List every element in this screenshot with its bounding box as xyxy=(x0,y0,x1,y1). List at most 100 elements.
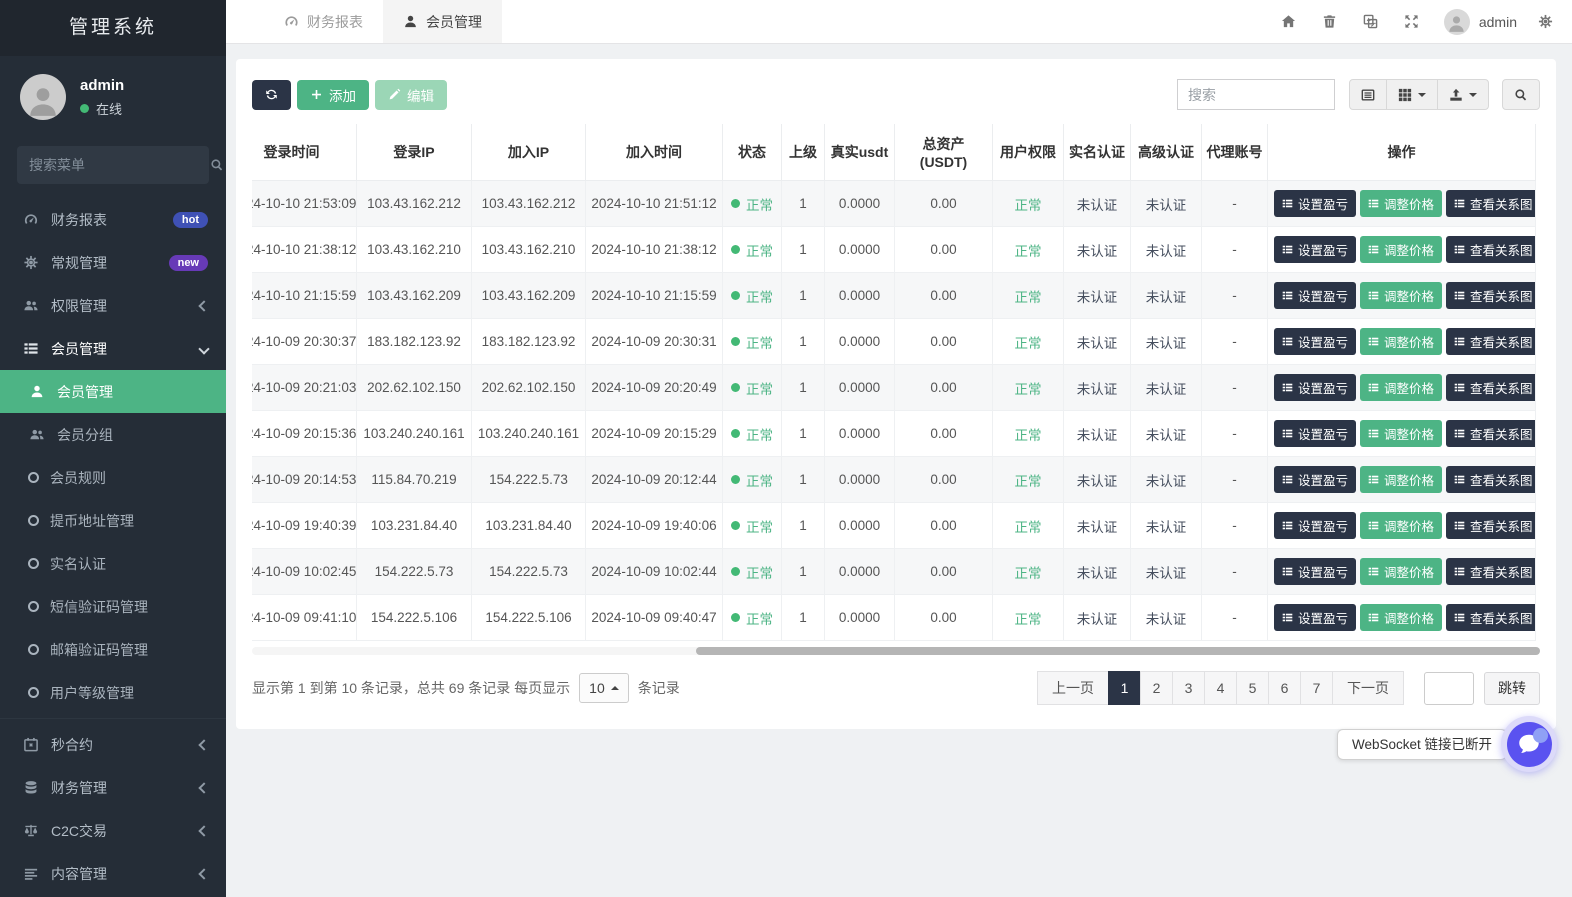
jump-page-input[interactable] xyxy=(1424,672,1474,705)
action-button-label: 调整价格 xyxy=(1384,378,1434,397)
view-relation-button[interactable]: 查看关系图 xyxy=(1446,328,1535,355)
table-search-input[interactable] xyxy=(1177,79,1335,110)
adjust-price-button[interactable]: 调整价格 xyxy=(1360,604,1442,631)
cell-advanced-auth: 未认证 xyxy=(1131,503,1202,549)
column-header[interactable]: 用户权限 xyxy=(993,124,1064,181)
set-pnl-button[interactable]: 设置盈亏 xyxy=(1274,420,1356,447)
adjust-price-button[interactable]: 调整价格 xyxy=(1360,558,1442,585)
search-button[interactable] xyxy=(1502,79,1540,110)
column-header[interactable]: 真实usdt xyxy=(825,124,895,181)
column-header[interactable]: 状态 xyxy=(723,124,782,181)
next-page-button[interactable]: 下一页 xyxy=(1332,671,1404,705)
translate-button[interactable] xyxy=(1350,0,1391,43)
page-button-7[interactable]: 7 xyxy=(1300,671,1333,705)
tab-finance-report[interactable]: 财务报表 xyxy=(264,0,383,43)
navbar-user-menu[interactable]: admin xyxy=(1432,9,1525,35)
column-header[interactable]: 高级认证 xyxy=(1131,124,1202,181)
view-relation-button[interactable]: 查看关系图 xyxy=(1446,604,1535,631)
page-button-3[interactable]: 3 xyxy=(1172,671,1205,705)
refresh-button[interactable] xyxy=(252,80,291,110)
set-pnl-button[interactable]: 设置盈亏 xyxy=(1274,328,1356,355)
sidebar-search-input[interactable] xyxy=(29,157,210,173)
view-relation-button[interactable]: 查看关系图 xyxy=(1446,512,1535,539)
set-pnl-button[interactable]: 设置盈亏 xyxy=(1274,466,1356,493)
add-button[interactable]: 添加 xyxy=(297,80,369,110)
home-button[interactable] xyxy=(1268,0,1309,43)
add-button-label: 添加 xyxy=(329,85,356,105)
sidebar-item-finance-report[interactable]: 财务报表hot xyxy=(0,198,226,241)
set-pnl-button[interactable]: 设置盈亏 xyxy=(1274,190,1356,217)
view-relation-button[interactable]: 查看关系图 xyxy=(1446,190,1535,217)
view-relation-button[interactable]: 查看关系图 xyxy=(1446,236,1535,263)
scrollbar-thumb[interactable] xyxy=(696,647,1540,655)
expand-button[interactable] xyxy=(1391,0,1432,43)
view-relation-button[interactable]: 查看关系图 xyxy=(1446,374,1535,401)
menu-toggle-icon[interactable] xyxy=(226,14,264,30)
adjust-price-button[interactable]: 调整价格 xyxy=(1360,512,1442,539)
settings-gear-button[interactable] xyxy=(1525,0,1566,43)
export-button[interactable] xyxy=(1437,79,1489,110)
adjust-price-button[interactable]: 调整价格 xyxy=(1360,282,1442,309)
sidebar-item-finance-mgmt[interactable]: 财务管理 xyxy=(0,766,226,809)
sidebar-subitem-sms-code-mgmt[interactable]: 短信验证码管理 xyxy=(0,585,226,628)
set-pnl-button[interactable]: 设置盈亏 xyxy=(1274,604,1356,631)
column-header[interactable]: 实名认证 xyxy=(1064,124,1131,181)
sidebar-subitem-realname-auth[interactable]: 实名认证 xyxy=(0,542,226,585)
cell-actions: 设置盈亏调整价格查看关系图 xyxy=(1268,457,1536,503)
sidebar-item-label: 内容管理 xyxy=(51,864,189,884)
sidebar-item-permission-mgmt[interactable]: 权限管理 xyxy=(0,284,226,327)
prev-page-button[interactable]: 上一页 xyxy=(1037,671,1109,705)
set-pnl-button[interactable]: 设置盈亏 xyxy=(1274,512,1356,539)
chat-fab-button[interactable] xyxy=(1501,716,1557,772)
sidebar-subitem-user-level-mgmt[interactable]: 用户等级管理 xyxy=(0,671,226,714)
view-relation-button[interactable]: 查看关系图 xyxy=(1446,466,1535,493)
set-pnl-button[interactable]: 设置盈亏 xyxy=(1274,558,1356,585)
view-relation-button[interactable]: 查看关系图 xyxy=(1446,558,1535,585)
adjust-price-button[interactable]: 调整价格 xyxy=(1360,374,1442,401)
set-pnl-button[interactable]: 设置盈亏 xyxy=(1274,236,1356,263)
columns-button[interactable] xyxy=(1386,79,1438,110)
column-header[interactable]: 登录IP xyxy=(357,124,472,181)
sidebar-subitem-member-rules[interactable]: 会员规则 xyxy=(0,456,226,499)
gears-icon xyxy=(22,255,40,270)
set-pnl-button[interactable]: 设置盈亏 xyxy=(1274,282,1356,309)
page-button-6[interactable]: 6 xyxy=(1268,671,1301,705)
adjust-price-button[interactable]: 调整价格 xyxy=(1360,466,1442,493)
column-header[interactable]: 总资产(USDT) xyxy=(895,124,993,181)
sidebar-item-c2c-trade[interactable]: C2C交易 xyxy=(0,809,226,852)
sidebar-subitem-email-code-mgmt[interactable]: 邮箱验证码管理 xyxy=(0,628,226,671)
cell-real-usdt: 0.0000 xyxy=(825,365,895,411)
page-button-2[interactable]: 2 xyxy=(1140,671,1173,705)
sidebar-subitem-member-mgmt[interactable]: 会员管理 xyxy=(0,370,226,413)
adjust-price-button[interactable]: 调整价格 xyxy=(1360,236,1442,263)
edit-button[interactable]: 编辑 xyxy=(375,80,447,110)
sidebar-item-member-mgmt[interactable]: 会员管理 xyxy=(0,327,226,370)
column-header[interactable]: 登录时间 xyxy=(252,124,357,181)
sidebar-item-second-contract[interactable]: 秒合约 xyxy=(0,723,226,766)
detail-view-button[interactable] xyxy=(1349,79,1387,110)
sidebar-subitem-member-group[interactable]: 会员分组 xyxy=(0,413,226,456)
sidebar-item-content-mgmt[interactable]: 内容管理 xyxy=(0,852,226,895)
adjust-price-button[interactable]: 调整价格 xyxy=(1360,328,1442,355)
view-relation-button[interactable]: 查看关系图 xyxy=(1446,420,1535,447)
sidebar-subitem-withdraw-address-mgmt[interactable]: 提币地址管理 xyxy=(0,499,226,542)
page-button-4[interactable]: 4 xyxy=(1204,671,1237,705)
tab-member-mgmt[interactable]: 会员管理 xyxy=(383,0,502,43)
adjust-price-button[interactable]: 调整价格 xyxy=(1360,420,1442,447)
adjust-price-button[interactable]: 调整价格 xyxy=(1360,190,1442,217)
page-button-5[interactable]: 5 xyxy=(1236,671,1269,705)
set-pnl-button[interactable]: 设置盈亏 xyxy=(1274,374,1356,401)
view-relation-button[interactable]: 查看关系图 xyxy=(1446,282,1535,309)
horizontal-scrollbar[interactable] xyxy=(252,647,1540,655)
sidebar-item-general-mgmt[interactable]: 常规管理new xyxy=(0,241,226,284)
column-header[interactable]: 加入IP xyxy=(472,124,586,181)
page-size-select[interactable]: 10 xyxy=(579,673,629,703)
column-header[interactable]: 上级 xyxy=(782,124,825,181)
page-button-1[interactable]: 1 xyxy=(1108,671,1141,705)
column-header[interactable]: 操作 xyxy=(1268,124,1536,181)
cell-join-ip: 103.231.84.40 xyxy=(472,503,586,549)
column-header[interactable]: 代理账号 xyxy=(1202,124,1268,181)
jump-button[interactable]: 跳转 xyxy=(1484,672,1540,705)
trash-button[interactable] xyxy=(1309,0,1350,43)
column-header[interactable]: 加入时间 xyxy=(586,124,723,181)
